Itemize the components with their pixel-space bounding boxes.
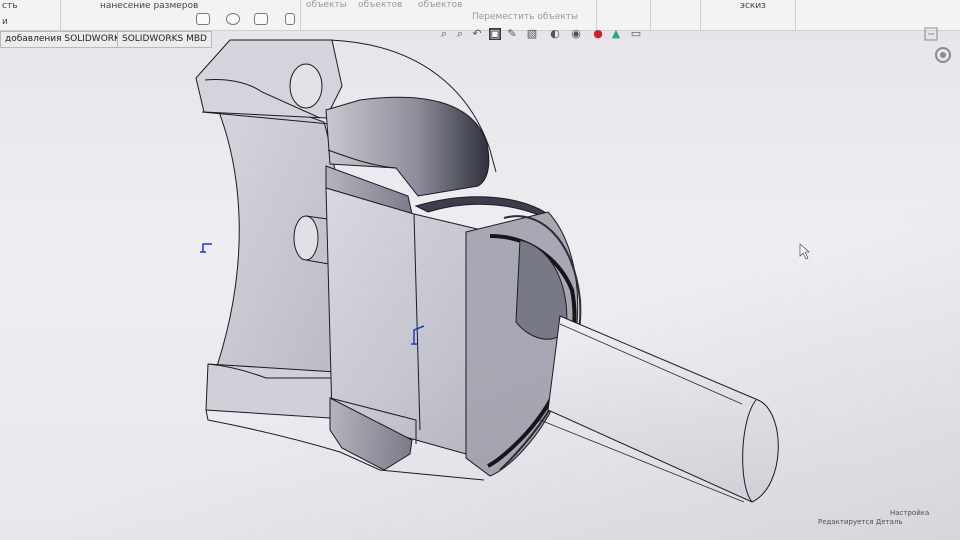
status-bar: Редактируется Деталь Настройка bbox=[0, 509, 960, 540]
origin-marker bbox=[200, 243, 212, 253]
status-units-label[interactable]: Настройка bbox=[890, 509, 929, 517]
mouse-cursor-icon bbox=[799, 243, 810, 260]
solidworks-window: сть и нанесение размеров объекты объекто… bbox=[0, 0, 960, 540]
bearing-housing-part[interactable] bbox=[195, 39, 779, 503]
graphics-viewport[interactable] bbox=[0, 0, 960, 540]
bottom-flange-face bbox=[205, 363, 337, 419]
status-edit-label: Редактируется Деталь bbox=[818, 518, 903, 526]
top-hole bbox=[289, 63, 323, 109]
inner-bore-surface bbox=[203, 79, 345, 399]
side-hole bbox=[293, 215, 319, 261]
